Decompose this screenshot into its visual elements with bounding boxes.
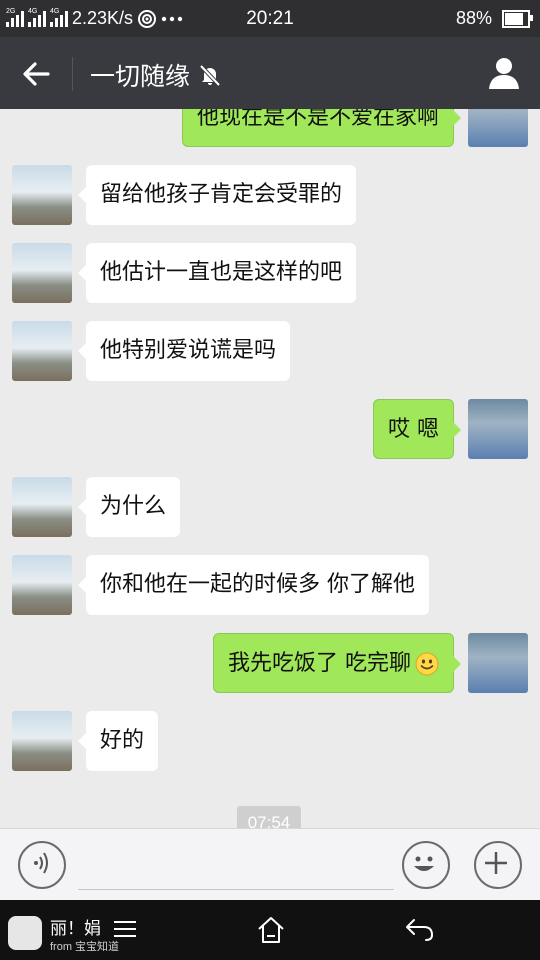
home-icon[interactable] xyxy=(255,914,287,946)
watermark-title: 丽！娟 xyxy=(50,919,101,939)
message-bubble-received[interactable]: 他特别爱说谎是吗 xyxy=(77,321,291,381)
status-bar: 2G 4G 4G 2.23K/s 20:21 88% xyxy=(0,0,540,37)
plus-icon xyxy=(485,852,507,874)
back-arrow-icon[interactable] xyxy=(20,57,54,91)
message-row: 为什么 xyxy=(0,477,540,537)
message-bubble-received[interactable]: 你和他在一起的时候多 你了解他 xyxy=(78,555,429,615)
message-text: 我先吃饭了 吃完聊 xyxy=(228,651,411,676)
contact-avatar[interactable] xyxy=(12,165,72,225)
chat-header: 一切随缘 xyxy=(0,37,540,109)
message-bubble-sent[interactable]: 他现在是不是不爱在家啊 xyxy=(181,109,462,147)
system-back-icon[interactable] xyxy=(404,916,436,944)
message-row: 他估计一直也是这样的吧 xyxy=(0,243,540,303)
message-bubble-sent[interactable]: 哎 嗯 xyxy=(373,399,461,459)
watermark-subtitle: from 宝宝知道 xyxy=(50,941,120,953)
voice-icon xyxy=(34,852,48,874)
message-timestamp: 07:54 xyxy=(237,806,301,828)
watermark-logo-icon xyxy=(8,916,42,950)
message-bubble-sent[interactable]: 我先吃饭了 吃完聊 xyxy=(213,633,461,693)
smile-emoji-icon xyxy=(415,652,439,676)
message-input[interactable] xyxy=(78,843,394,890)
my-avatar[interactable] xyxy=(468,399,528,459)
my-avatar[interactable] xyxy=(468,109,528,147)
message-row: 他特别爱说谎是吗 xyxy=(0,321,540,381)
my-avatar[interactable] xyxy=(468,633,528,693)
message-bubble-received[interactable]: 留给他孩子肯定会受罪的 xyxy=(77,165,357,225)
message-bubble-received[interactable]: 为什么 xyxy=(77,477,181,537)
voice-input-button[interactable] xyxy=(18,841,66,889)
emoji-face-icon xyxy=(414,856,434,871)
contact-avatar[interactable] xyxy=(12,555,72,615)
battery-icon xyxy=(502,9,533,28)
menu-lines-icon xyxy=(114,921,136,937)
message-row: 留给他孩子肯定会受罪的 xyxy=(0,165,540,225)
input-bar xyxy=(0,828,540,901)
message-row: 哎 嗯 xyxy=(0,399,540,459)
battery-percent: 88% xyxy=(455,8,492,28)
contact-avatar[interactable] xyxy=(12,477,72,537)
contact-avatar[interactable] xyxy=(12,711,72,771)
header-divider xyxy=(72,57,73,91)
mute-bell-icon xyxy=(199,64,221,87)
emoji-button[interactable] xyxy=(402,841,450,889)
system-nav-bar: 丽！娟 from 宝宝知道 xyxy=(0,900,540,960)
contact-name: 一切随缘 xyxy=(90,62,191,91)
message-row: 好的 xyxy=(0,711,540,771)
contact-avatar[interactable] xyxy=(12,321,72,381)
chat-info-person-icon[interactable] xyxy=(486,55,522,91)
message-row: 他现在是不是不爱在家啊 xyxy=(0,109,540,147)
contact-avatar[interactable] xyxy=(12,243,72,303)
chat-area[interactable]: 他现在是不是不爱在家啊 留给他孩子肯定会受罪的 他估计一直也是这样的吧 他特别爱… xyxy=(0,109,540,828)
message-bubble-received[interactable]: 好的 xyxy=(77,711,159,771)
status-right: 88% xyxy=(455,8,533,29)
chat-title: 一切随缘 xyxy=(90,57,222,93)
message-bubble-received[interactable]: 他估计一直也是这样的吧 xyxy=(77,243,357,303)
message-row: 我先吃饭了 吃完聊 xyxy=(0,633,540,693)
message-row: 你和他在一起的时候多 你了解他 xyxy=(0,555,540,615)
more-functions-button[interactable] xyxy=(474,841,522,889)
